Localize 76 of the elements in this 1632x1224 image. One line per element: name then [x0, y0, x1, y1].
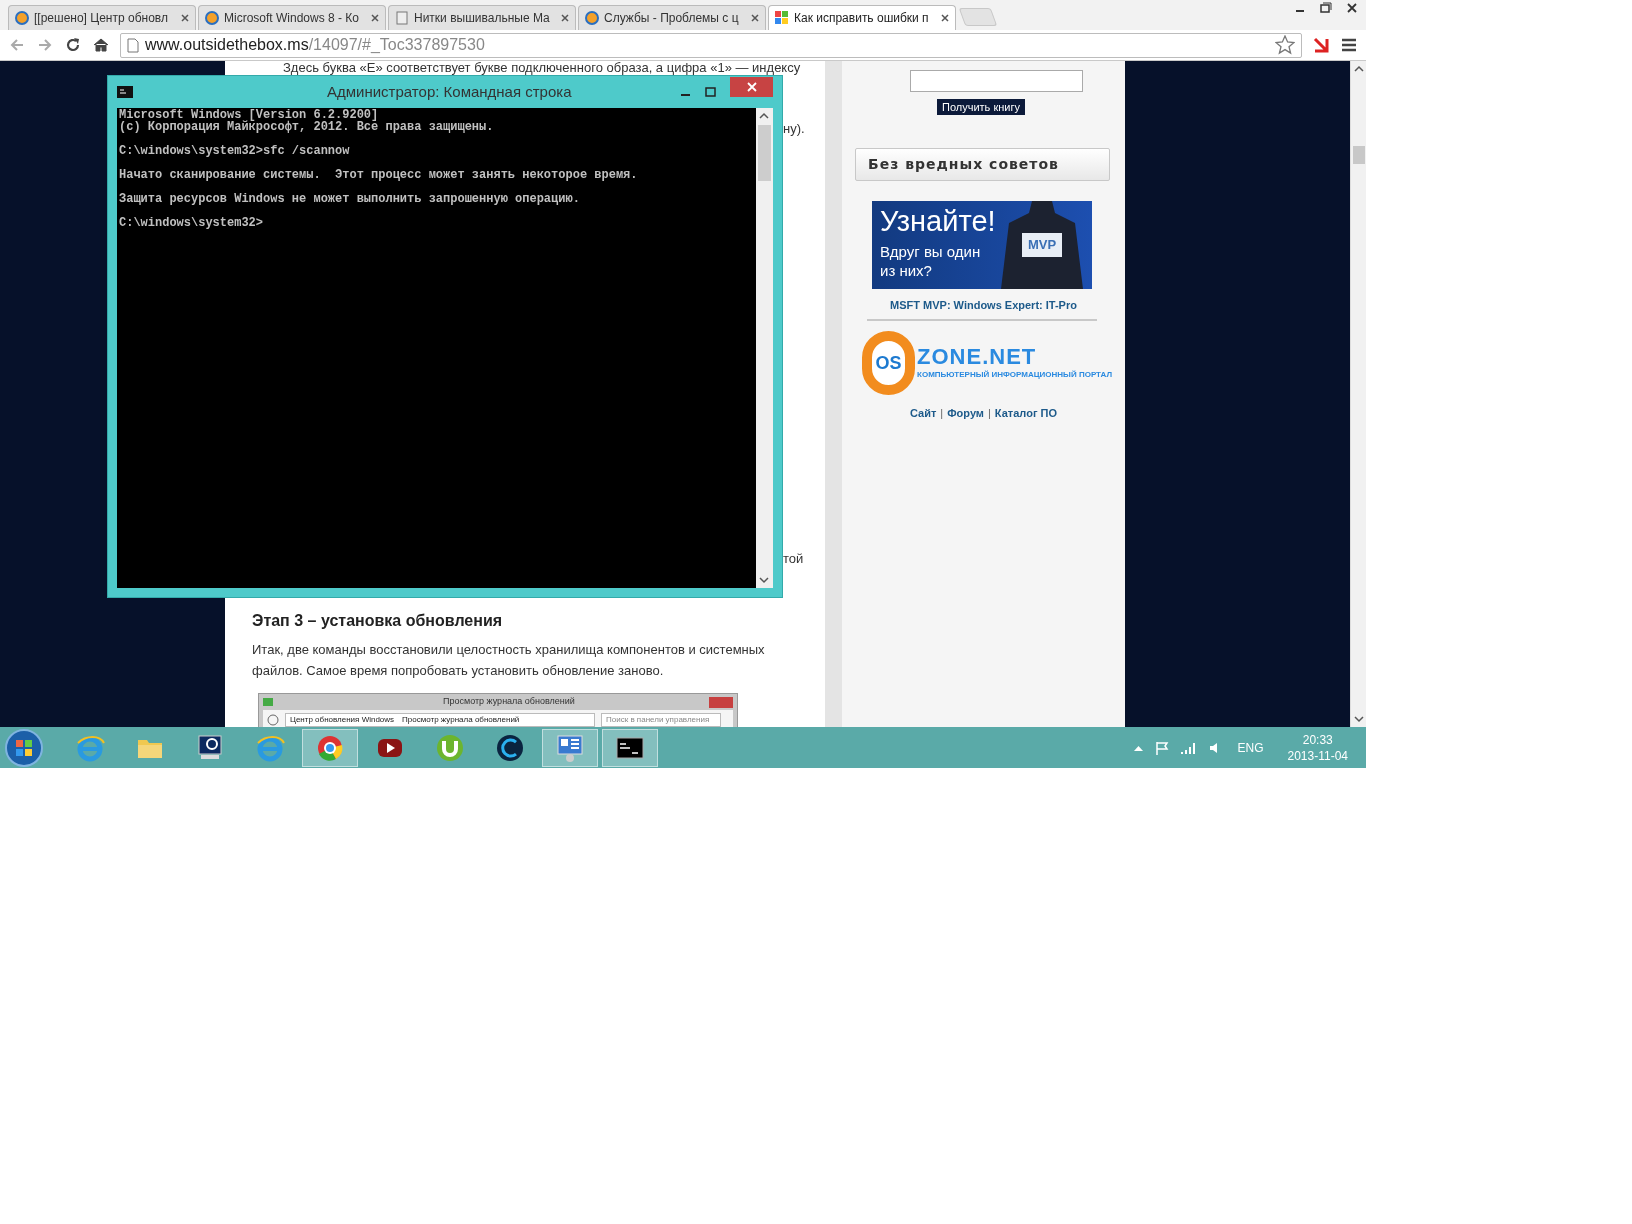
- logo-text: ZONE.NET: [917, 345, 1038, 369]
- console-icon: [117, 86, 133, 98]
- site-link[interactable]: Каталог ПО: [994, 405, 1057, 422]
- reload-icon[interactable]: [64, 36, 82, 54]
- control-panel-icon: [555, 732, 585, 763]
- close-icon[interactable]: [751, 14, 759, 22]
- browser-tab[interactable]: Службы - Проблемы с ц: [578, 5, 766, 30]
- browser-tab[interactable]: [[решено] Центр обновл: [8, 5, 196, 30]
- scrollbar[interactable]: [1350, 61, 1366, 727]
- taskbar-button[interactable]: [602, 728, 658, 767]
- home-icon[interactable]: [92, 36, 110, 54]
- article-text: той: [783, 550, 804, 568]
- torrent-icon: [435, 732, 465, 763]
- close-icon[interactable]: [561, 14, 569, 22]
- section-title: Без вредных советов: [855, 148, 1110, 181]
- close-icon[interactable]: [1346, 2, 1358, 14]
- windows-icon: [775, 11, 789, 25]
- restore-icon[interactable]: [1320, 2, 1332, 14]
- banner-text: из них?: [880, 262, 932, 280]
- scrollbar[interactable]: [756, 108, 773, 588]
- scrollbar-thumb[interactable]: [758, 125, 771, 181]
- scrollbar-thumb[interactable]: [1353, 146, 1365, 164]
- scroll-down-icon[interactable]: [1354, 715, 1364, 723]
- browser-tab[interactable]: Microsoft Windows 8 - Ко: [198, 5, 386, 30]
- scroll-up-icon[interactable]: [759, 112, 769, 120]
- close-button[interactable]: [730, 77, 773, 97]
- star-icon[interactable]: [1275, 35, 1295, 55]
- window-title: Администратор: Командная строка: [327, 81, 572, 102]
- address-bar[interactable]: www.outsidethebox.ms/14097/#_Toc337897530: [120, 32, 1302, 58]
- article-text: ну).: [783, 120, 805, 138]
- console-line: (c) Корпорация Майкрософт, 2012. Все права защищены.: [119, 121, 495, 133]
- banner-text: Вдруг вы один: [880, 243, 981, 261]
- separator: |: [940, 406, 944, 421]
- site-logo[interactable]: OS ZONE.NET КОМПЬЮТЕРНЫЙ ИНФОРМАЦИОННЫЙ ПОРТАЛ: [862, 331, 1112, 395]
- logo-tagline: КОМПЬЮТЕРНЫЙ ИНФОРМАЦИОННЫЙ ПОРТАЛ: [917, 369, 1112, 381]
- browser-tab[interactable]: Как исправить ошибки п: [768, 5, 956, 30]
- close-icon[interactable]: [371, 14, 379, 22]
- window-icon: [263, 698, 273, 706]
- logo-text: OS: [875, 351, 902, 375]
- page-icon: [127, 37, 139, 53]
- close-icon: [746, 82, 757, 92]
- separator: |: [988, 406, 991, 421]
- caret-up-icon[interactable]: [1134, 744, 1144, 751]
- menu-icon[interactable]: [1340, 36, 1358, 54]
- banner-headline: Узнайте!: [880, 205, 996, 237]
- mvp-badge: MVP: [1022, 233, 1062, 257]
- speaker-icon[interactable]: [1209, 741, 1220, 754]
- banner-caption[interactable]: MSFT MVP: Windows Expert: IT-Pro: [842, 297, 1125, 314]
- c-letter-icon: [495, 732, 525, 763]
- window-title: Просмотр журнала обновлений: [443, 695, 575, 709]
- flag-icon[interactable]: [1155, 740, 1170, 755]
- console-line: Начато сканирование системы. Этот процесс может занять некоторое время.: [119, 169, 639, 181]
- console-line: C:\windows\system32>: [119, 217, 265, 229]
- close-icon[interactable]: [181, 14, 189, 22]
- scroll-down-icon[interactable]: [759, 576, 769, 584]
- url-text: www.outsidethebox.ms/14097/#_Toc337897530: [145, 35, 485, 55]
- site-link[interactable]: Сайт: [910, 405, 937, 422]
- article-paragraph: Итак, две команды восстановили целостность хранилища компонентов и системных файлов. Самое время попробовать установить обновление заново.: [252, 641, 766, 680]
- browser-tab[interactable]: Нитки вышивальные Ма: [388, 5, 576, 30]
- get-book-button[interactable]: Получить книгу: [937, 99, 1025, 115]
- console-line: C:\windows\system32>sfc /scannow: [119, 145, 351, 157]
- breadcrumb-field: Центр обновления Windows Просмотр журнала обновлений: [285, 713, 595, 727]
- maximize-icon[interactable]: [705, 87, 716, 97]
- email-field[interactable]: [910, 70, 1083, 92]
- console-line: Microsoft Windows [Version 6.2.9200]: [119, 109, 380, 121]
- site-link[interactable]: Форум: [947, 405, 984, 422]
- scroll-up-icon[interactable]: [1354, 65, 1364, 73]
- extension-icon[interactable]: [1312, 36, 1330, 54]
- back-icon: [267, 714, 279, 726]
- close-icon[interactable]: [941, 14, 949, 22]
- start-button[interactable]: [4, 727, 44, 768]
- page-icon: [395, 11, 409, 25]
- section-heading: Этап 3 – установка обновления: [252, 611, 503, 631]
- console-line: Защита ресурсов Windows не может выполнить запрошенную операцию.: [119, 193, 581, 205]
- article-text: Здесь буква «E» соответствует букве подключенного образа, а цифра «1» — индексу: [283, 61, 801, 74]
- signal-icon[interactable]: [1181, 741, 1198, 754]
